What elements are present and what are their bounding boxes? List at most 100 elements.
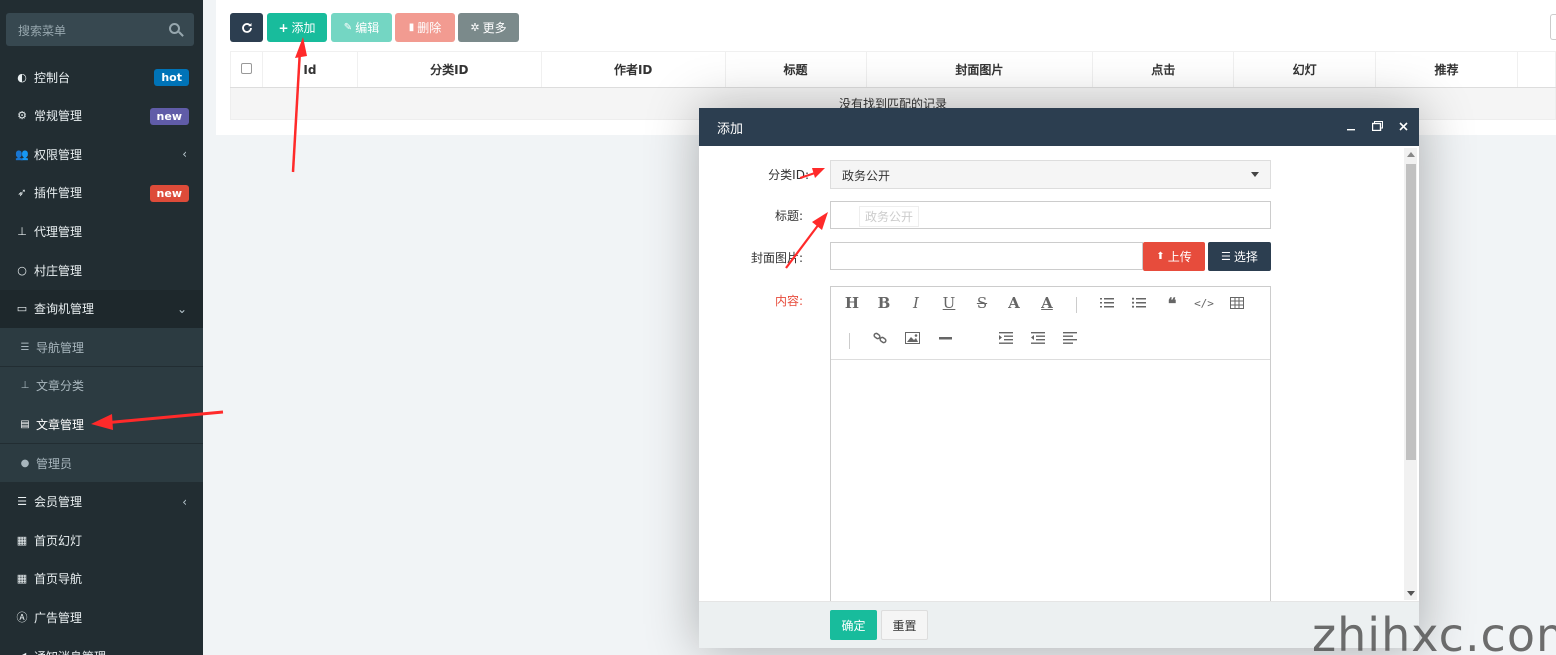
sidebar-item[interactable]: ◐ 控制台 hot — [0, 58, 203, 96]
sidebar-search[interactable]: 搜索菜单 — [6, 13, 194, 46]
upload-button[interactable]: ⬆ 上传 — [1143, 242, 1205, 271]
sidebar-item[interactable]: ○ 村庄管理 — [0, 251, 203, 289]
sidebar-item[interactable]: ⊥ 文章分类 — [0, 366, 203, 405]
col-header[interactable]: 标题 — [724, 51, 867, 88]
heading-button[interactable]: H — [841, 292, 863, 314]
blockquote-icon[interactable]: ❝ — [1161, 292, 1183, 314]
category-select[interactable]: 政务公开 — [830, 160, 1271, 189]
select-all-cell[interactable] — [230, 51, 263, 88]
sidebar-item-label: 通知消息管理 — [34, 648, 106, 655]
sidebar-item[interactable]: ▤ 文章管理 — [0, 405, 203, 444]
film-icon: ▦ — [16, 533, 28, 547]
file-icon: ▤ — [20, 418, 30, 430]
sidebar-item-label: 管理员 — [36, 456, 73, 471]
reset-button[interactable]: 重置 — [881, 610, 928, 640]
dialog-title: 添加 — [717, 122, 744, 137]
sidebar-item[interactable]: ☰ 导航管理 — [0, 328, 203, 367]
cogs-icon: ⚙ — [17, 109, 27, 123]
title-input[interactable]: 政务公开 — [830, 201, 1271, 229]
column-toggle-box[interactable] — [1550, 14, 1556, 40]
ordered-list-icon[interactable] — [1096, 292, 1118, 314]
editor-toolbar: H B I U S A A ❝ </> — [831, 287, 1270, 360]
indent-icon[interactable] — [995, 327, 1017, 349]
select-all-checkbox[interactable] — [240, 62, 252, 74]
more-button[interactable]: ✲ 更多 — [458, 13, 519, 42]
minimize-icon[interactable] — [1345, 119, 1357, 133]
outdent-icon[interactable] — [1027, 327, 1049, 349]
close-icon[interactable] — [1397, 119, 1409, 133]
col-header[interactable]: Id — [261, 51, 358, 88]
col-header[interactable]: 幻灯 — [1233, 51, 1377, 88]
sidebar-item[interactable]: ● 管理员 — [0, 444, 203, 482]
col-header[interactable]: 作者ID — [540, 51, 726, 88]
horizontal-rule-icon[interactable] — [934, 327, 956, 349]
col-header[interactable]: 点击 — [1092, 51, 1235, 88]
edit-button[interactable]: ✎ 编辑 — [331, 13, 392, 42]
scroll-thumb[interactable] — [1406, 164, 1416, 460]
col-header-extra — [1516, 51, 1556, 88]
code-icon[interactable]: </> — [1193, 292, 1215, 314]
content-editor[interactable]: H B I U S A A ❝ </> — [830, 286, 1271, 616]
user-icon: ● — [20, 457, 30, 469]
plus-icon: + — [278, 20, 289, 35]
table-header-row: Id 分类ID 作者ID 标题 封面图片 点击 幻灯 推荐 — [230, 51, 1556, 88]
list-icon: ☰ — [1221, 250, 1231, 263]
sidebar-item-label: 首页幻灯 — [34, 533, 83, 548]
search-icon[interactable] — [169, 23, 180, 34]
sidebar-item[interactable]: ▭ 查询机管理 ⌄ — [0, 289, 203, 328]
chevron-down-icon — [1251, 172, 1259, 177]
sidebar-item-label: 代理管理 — [34, 224, 83, 239]
image-icon[interactable] — [901, 327, 923, 349]
col-header[interactable]: 分类ID — [356, 51, 542, 88]
status-badge: new — [149, 184, 189, 202]
scroll-down-icon[interactable] — [1407, 591, 1415, 596]
col-header[interactable]: 封面图片 — [865, 51, 1094, 88]
underline-button[interactable]: U — [938, 292, 960, 314]
bold-button[interactable]: B — [873, 292, 895, 314]
sidebar-item[interactable]: Ⓐ 广告管理 — [0, 598, 203, 636]
cover-input[interactable] — [830, 242, 1143, 270]
chevron-icon: ⌄ — [176, 301, 187, 316]
sidebar-item-label: 村庄管理 — [34, 263, 83, 278]
delete-label: 删除 — [417, 21, 442, 35]
sidebar: 搜索菜单 ◐ 控制台 hot ⚙ 常规管理 new 👥 权限管理 ‹ ➶ 插件管理 new ⊥ 代理管理 ○… — [0, 0, 203, 655]
maximize-icon[interactable] — [1371, 119, 1383, 133]
italic-button[interactable]: I — [905, 292, 927, 314]
confirm-button[interactable]: 确定 — [830, 610, 877, 640]
cover-label: 封面图片: — [750, 251, 803, 265]
category-value: 政务公开 — [842, 169, 891, 183]
link-icon[interactable] — [869, 327, 891, 349]
dashboard-icon: ◐ — [17, 70, 27, 84]
unordered-list-icon[interactable] — [1128, 292, 1150, 314]
sidebar-item[interactable]: 👥 权限管理 ‹ — [0, 135, 203, 173]
pencil-icon: ✎ — [343, 22, 353, 33]
chevron-icon: ‹ — [182, 147, 187, 162]
more-label: 更多 — [482, 21, 507, 35]
sidebar-item[interactable]: ▦ 首页幻灯 — [0, 521, 203, 559]
sidebar-item[interactable]: ▦ 首页导航 — [0, 560, 203, 598]
dialog-footer: 确定 重置 — [699, 601, 1419, 648]
sidebar-item-label: 查询机管理 — [34, 302, 95, 317]
delete-button[interactable]: ▮ 删除 — [395, 13, 455, 42]
background-color-button[interactable]: A — [1036, 292, 1058, 314]
dialog-header[interactable]: 添加 — [699, 108, 1419, 146]
add-button[interactable]: + 添加 — [267, 13, 327, 42]
add-label: 添加 — [291, 21, 316, 35]
sidebar-item[interactable]: ☰ 会员管理 ‹ — [0, 483, 203, 521]
font-color-button[interactable]: A — [1003, 292, 1025, 314]
sidebar-item[interactable]: ➶ 插件管理 new — [0, 174, 203, 212]
col-header[interactable]: 推荐 — [1375, 51, 1518, 88]
sidebar-item[interactable]: ⊥ 代理管理 — [0, 212, 203, 250]
sidebar-item-label: 文章管理 — [36, 417, 85, 432]
upload-icon: ⬆ — [1156, 251, 1165, 262]
sidebar-item[interactable]: ⚙ 常规管理 new — [0, 97, 203, 135]
dialog-scrollbar[interactable] — [1404, 148, 1417, 600]
sidebar-item[interactable]: ◀ 通知消息管理 — [0, 637, 203, 655]
align-left-icon[interactable] — [1059, 327, 1081, 349]
choose-button[interactable]: ☰ 选择 — [1208, 242, 1271, 271]
sidebar-item-label: 控制台 — [34, 70, 71, 85]
refresh-button[interactable] — [230, 13, 263, 42]
table-icon[interactable] — [1226, 292, 1248, 314]
scroll-up-icon[interactable] — [1407, 152, 1415, 157]
strikethrough-button[interactable]: S — [971, 292, 993, 314]
